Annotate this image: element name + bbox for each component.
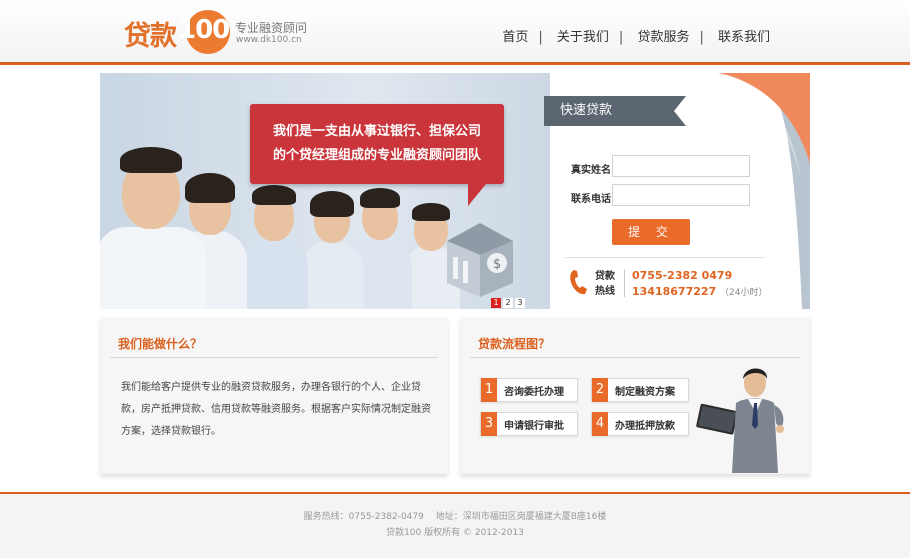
bubble-text: 我们是一支由从事过银行、担保公司 的个贷经理组成的专业融资顾问团队	[250, 120, 504, 168]
phone-input[interactable]	[612, 184, 750, 206]
hotline-label-line-1: 贷款	[595, 271, 615, 282]
phone-icon	[570, 270, 587, 295]
nav-separator: |	[618, 30, 624, 45]
logo-number: 100	[178, 15, 230, 45]
slider-pagination: 123	[491, 290, 527, 309]
process-step-2[interactable]: 2 制定融资方案	[591, 378, 689, 402]
process-title: 贷款流程图？	[478, 337, 551, 351]
step-number: 1	[481, 378, 497, 402]
businessman-illustration	[696, 368, 784, 473]
team-photo: 我们是一支由从事过银行、担保公司 的个贷经理组成的专业融资顾问团队 $ 123	[100, 73, 551, 309]
slider-dot[interactable]: 2	[503, 298, 513, 308]
hotline-label-line-2: 热线	[595, 286, 615, 297]
hotline-number-2-row: 13418677227 （24小时）	[632, 285, 768, 298]
bubble-line-1: 我们是一支由从事过银行、担保公司	[272, 124, 481, 139]
nav-item-services[interactable]: 贷款服务	[627, 26, 699, 45]
step-number: 4	[592, 412, 608, 436]
nav-item-about[interactable]: 关于我们	[547, 26, 619, 45]
process-box: 贷款流程图？ 1 咨询委托办理 2 制定融资方案 3 申请银行审批 4 办理抵押…	[460, 317, 810, 474]
quick-loan-title: 快速贷款	[544, 96, 686, 126]
bubble-line-2: 的个贷经理组成的专业融资顾问团队	[272, 148, 481, 163]
hotline-number-1: 0755-2382 0479	[632, 269, 733, 282]
slider-dot[interactable]: 3	[515, 298, 525, 308]
about-text: 我们能给客户提供专业的融资贷款服务，办理各银行的个人、企业贷款，房产抵押贷款、信…	[121, 382, 431, 437]
hero-banner: 我们是一支由从事过银行、担保公司 的个贷经理组成的专业融资顾问团队 $ 123 …	[100, 73, 810, 309]
step-label: 申请银行审批	[504, 421, 564, 432]
divider	[565, 257, 765, 258]
logo-text: 贷款	[124, 21, 177, 52]
phone-label: 联系电话:	[571, 194, 615, 205]
submit-button[interactable]: 提 交	[612, 219, 690, 245]
step-label: 制定融资方案	[615, 387, 675, 398]
step-number: 2	[592, 378, 608, 402]
name-input[interactable]	[612, 155, 750, 177]
footer: 服务热线：0755-2382-0479 地址：深圳市福田区岗厦福建大厦B座16楼…	[0, 492, 910, 558]
about-title: 我们能做什么？	[118, 337, 203, 351]
nav-item-home[interactable]: 首页	[492, 26, 538, 45]
tagline: 专业融资顾问	[235, 21, 308, 35]
hotline-hours: （24小时）	[720, 288, 768, 298]
main-nav: 首页 | 关于我们 | 贷款服务 | 联系我们	[492, 26, 780, 45]
nav-separator: |	[538, 30, 543, 45]
step-label: 办理抵押放款	[615, 421, 675, 432]
quick-loan-panel: 快速贷款 真实姓名: 联系电话: 提 交 贷款 热线 0755-2382 047…	[544, 73, 810, 309]
hotline-separator	[624, 269, 625, 297]
step-number: 3	[481, 412, 497, 436]
process-step-4[interactable]: 4 办理抵押放款	[591, 412, 689, 436]
nav-item-contact[interactable]: 联系我们	[708, 26, 780, 45]
footer-copyright: 贷款100 版权所有 © 2012-2013	[386, 528, 524, 538]
nav-separator: |	[699, 30, 704, 45]
process-step-1[interactable]: 1 咨询委托办理	[480, 378, 578, 402]
slider-dot[interactable]: 1	[491, 298, 501, 308]
hotline-label: 贷款 热线	[595, 269, 615, 299]
step-label: 咨询委托办理	[504, 387, 564, 398]
header: 贷款 100 专业融资顾问 www.dk100.cn 首页 | 关于我们 | 贷款服…	[0, 0, 910, 65]
speech-bubble: 我们是一支由从事过银行、担保公司 的个贷经理组成的专业融资顾问团队	[250, 104, 504, 206]
hotline-number-2: 13418677227	[632, 285, 717, 298]
footer-contact: 服务热线：0755-2382-0479 地址：深圳市福田区岗厦福建大厦B座16楼	[303, 512, 607, 522]
bank-building-icon: $	[447, 223, 513, 297]
process-step-3[interactable]: 3 申请银行审批	[480, 412, 578, 436]
site-domain: www.dk100.cn	[236, 35, 302, 45]
divider	[110, 357, 438, 358]
name-label: 真实姓名:	[571, 165, 615, 176]
about-box: 我们能做什么？ 我们能给客户提供专业的融资贷款服务，办理各银行的个人、企业贷款，…	[100, 317, 448, 474]
svg-text:$: $	[493, 257, 501, 272]
divider	[470, 357, 800, 358]
